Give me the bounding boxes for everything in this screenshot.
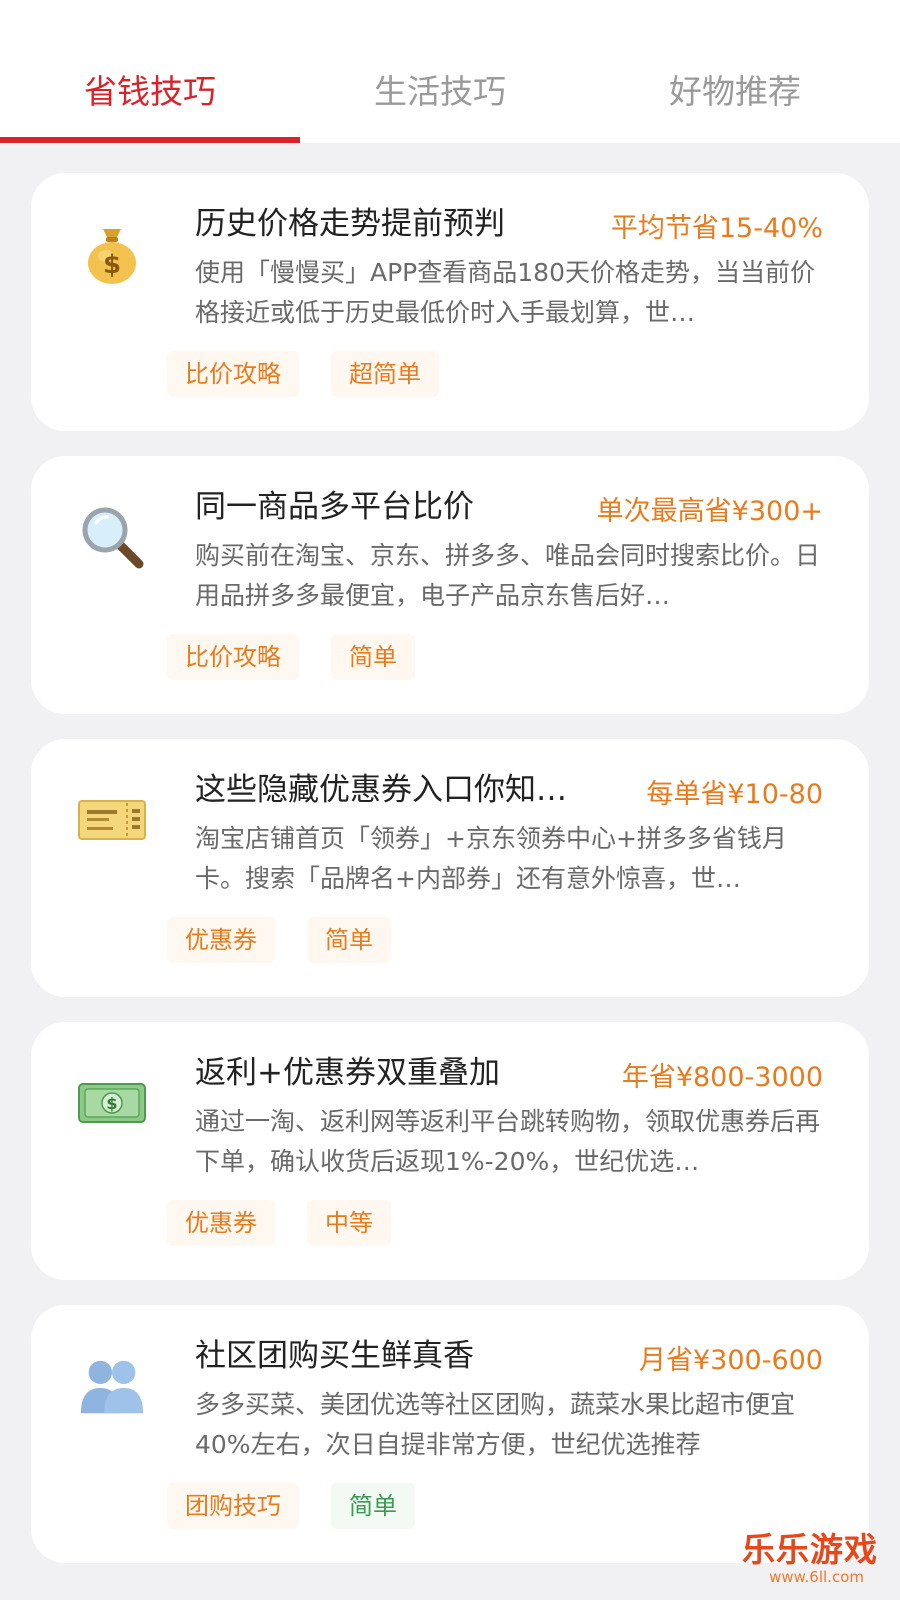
card-description: 使用「慢慢买」APP查看商品180天价格走势，当当前价格接近或低于历史最低价时入… [195,258,815,327]
watermark-url: www.6ll.com [769,1568,864,1586]
tag-category: 优惠券 [167,1200,275,1246]
tag-category: 团购技巧 [167,1483,299,1529]
tag-difficulty: 简单 [331,1483,415,1529]
tag-difficulty: 中等 [307,1200,391,1246]
tip-card[interactable]: 同一商品多平台比价 单次最高省¥300+ 购买前在淘宝、京东、拼多多、唯品会同时… [31,456,869,714]
dollar-bill-icon: $ [77,1068,147,1138]
card-title: 历史价格走势提前预判 [195,206,505,242]
tip-card[interactable]: $ 返利+优惠券双重叠加 年省¥800-3000 通过一淘、返利网等返利平台跳转… [31,1022,869,1280]
savings-badge: 平均节省15-40% [610,213,823,244]
svg-text:$: $ [103,250,121,280]
tab-bar: 省钱技巧 生活技巧 好物推荐 [0,0,900,143]
card-title: 同一商品多平台比价 [195,489,474,525]
savings-badge: 年省¥800-3000 [621,1062,823,1093]
tip-card[interactable]: $ 历史价格走势提前预判 平均节省15-40% 使用「慢慢买」APP查看商品18… [31,173,869,431]
tab-money-saving[interactable]: 省钱技巧 [0,70,300,114]
tag-category: 比价攻略 [167,351,299,397]
magnifier-icon [77,502,147,572]
card-description: 多多买菜、美团优选等社区团购，蔬菜水果比超市便宜40%左右，次日自提非常方便，世… [195,1390,796,1459]
savings-badge: 单次最高省¥300+ [596,496,823,527]
money-bag-icon: $ [77,219,147,289]
card-description: 通过一淘、返利网等返利平台跳转购物，领取优惠券后再下单，确认收货后返现1%-20… [195,1107,821,1176]
card-title: 社区团购买生鲜真香 [195,1338,474,1374]
card-description: 淘宝店铺首页「领券」+京东领券中心+拼多多省钱月卡。搜索「品牌名+内部券」还有意… [195,824,787,893]
tab-life-tips[interactable]: 生活技巧 [290,70,590,114]
savings-badge: 月省¥300-600 [639,1345,823,1376]
tag-category: 优惠券 [167,917,275,963]
tag-difficulty: 简单 [307,917,391,963]
watermark-logo: 乐乐游戏 [742,1530,878,1569]
tip-card[interactable]: 这些隐藏优惠券入口你知… 每单省¥10-80 淘宝店铺首页「领券」+京东领券中心… [31,739,869,997]
group-people-icon [77,1351,147,1421]
ticket-icon [77,785,147,855]
tag-category: 比价攻略 [167,634,299,680]
card-description: 购买前在淘宝、京东、拼多多、唯品会同时搜索比价。日用品拼多多最便宜，电子产品京东… [195,541,821,610]
svg-text:$: $ [106,1094,117,1113]
tag-difficulty: 超简单 [331,351,439,397]
tag-difficulty: 简单 [331,634,415,680]
active-tab-indicator [0,137,300,143]
tab-recommendations[interactable]: 好物推荐 [585,70,885,114]
card-title: 这些隐藏优惠券入口你知… [195,772,567,808]
card-title: 返利+优惠券双重叠加 [195,1055,500,1091]
savings-badge: 每单省¥10-80 [646,779,823,810]
